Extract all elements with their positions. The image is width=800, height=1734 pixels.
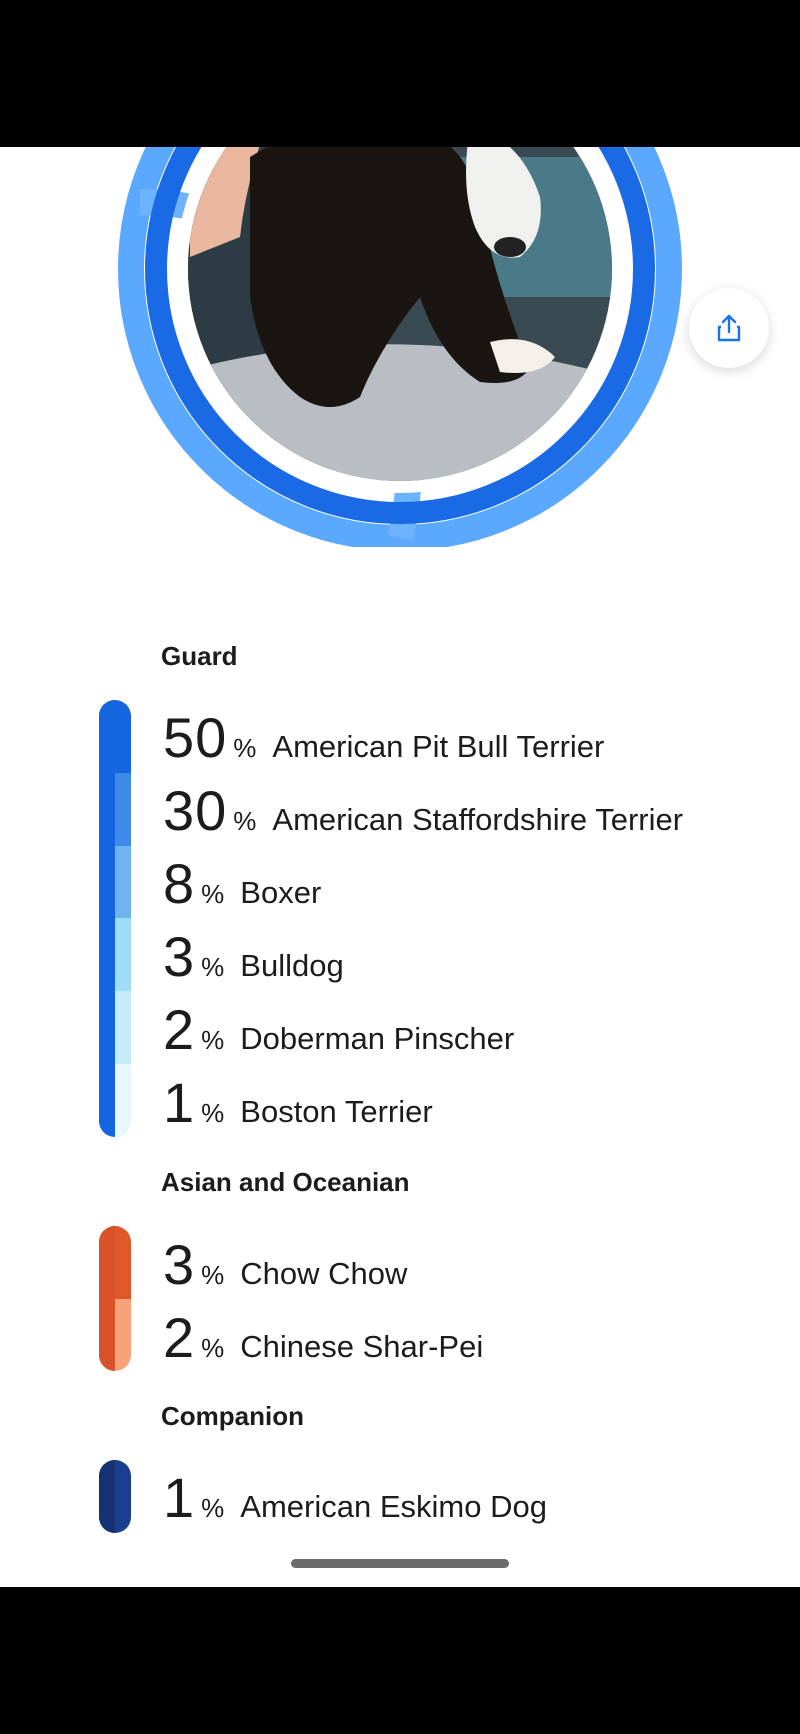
percent-sign: % [201,1333,225,1363]
percent-sign: % [201,1025,225,1055]
breed-row[interactable]: 3 % Bulldog [163,924,344,997]
breed-name: Doberman Pinscher [240,1021,515,1056]
breed-row[interactable]: 1 % Boston Terrier [163,1070,433,1143]
breed-name: American Staffordshire Terrier [272,802,684,837]
breed-row[interactable]: 2 % Doberman Pinscher [163,997,514,1070]
breed-name: Boston Terrier [240,1094,433,1129]
percent-sign: % [201,879,225,909]
breed-name: Bulldog [240,948,344,983]
breed-percent: 50 [163,706,228,769]
percent-sign: % [233,806,257,836]
breed-percent: 3 [163,925,196,988]
percent-sign: % [201,1098,225,1128]
group-title-companion: Companion [161,1401,304,1431]
breed-row[interactable]: 50 % American Pit Bull Terrier [163,705,604,778]
breed-percent: 3 [163,1233,196,1296]
percent-sign: % [201,952,225,982]
breed-percent: 2 [163,998,196,1061]
group-title-asian-and-oceanian: Asian and Oceanian [161,1167,410,1197]
percent-sign: % [201,1493,225,1523]
breed-row[interactable]: 30 % American Staffordshire Terrier [163,778,683,851]
breed-row[interactable]: 3 % Chow Chow [163,1232,407,1305]
breed-percent: 2 [163,1306,196,1369]
breed-name: American Eskimo Dog [240,1489,547,1524]
breed-percent: 30 [163,779,228,842]
breed-percent: 1 [163,1071,196,1134]
breed-row[interactable]: 2 % Chinese Shar-Pei [163,1305,483,1378]
breed-breakdown-screen: Guard 50 % American Pit Bull Terrier 30 … [0,147,800,1587]
companion-bar-edge [99,1460,115,1533]
ancestry-ring-chart [118,147,682,547]
share-button[interactable] [689,288,769,368]
breed-row[interactable]: 1 % American Eskimo Dog [163,1465,547,1538]
breed-name: Boxer [240,875,322,910]
percent-sign: % [233,733,257,763]
share-icon [717,314,741,342]
breed-percent: 1 [163,1466,196,1529]
asian-bar-edge [99,1226,115,1371]
breed-row[interactable]: 8 % Boxer [163,851,321,924]
breed-name: Chow Chow [240,1256,408,1291]
percent-sign: % [201,1260,225,1290]
breed-name: Chinese Shar-Pei [240,1329,484,1364]
breed-name: American Pit Bull Terrier [272,729,605,764]
home-indicator[interactable] [291,1559,509,1568]
breed-percent: 8 [163,852,196,915]
guard-bar-edge [99,700,115,1137]
group-title-guard: Guard [161,641,238,671]
